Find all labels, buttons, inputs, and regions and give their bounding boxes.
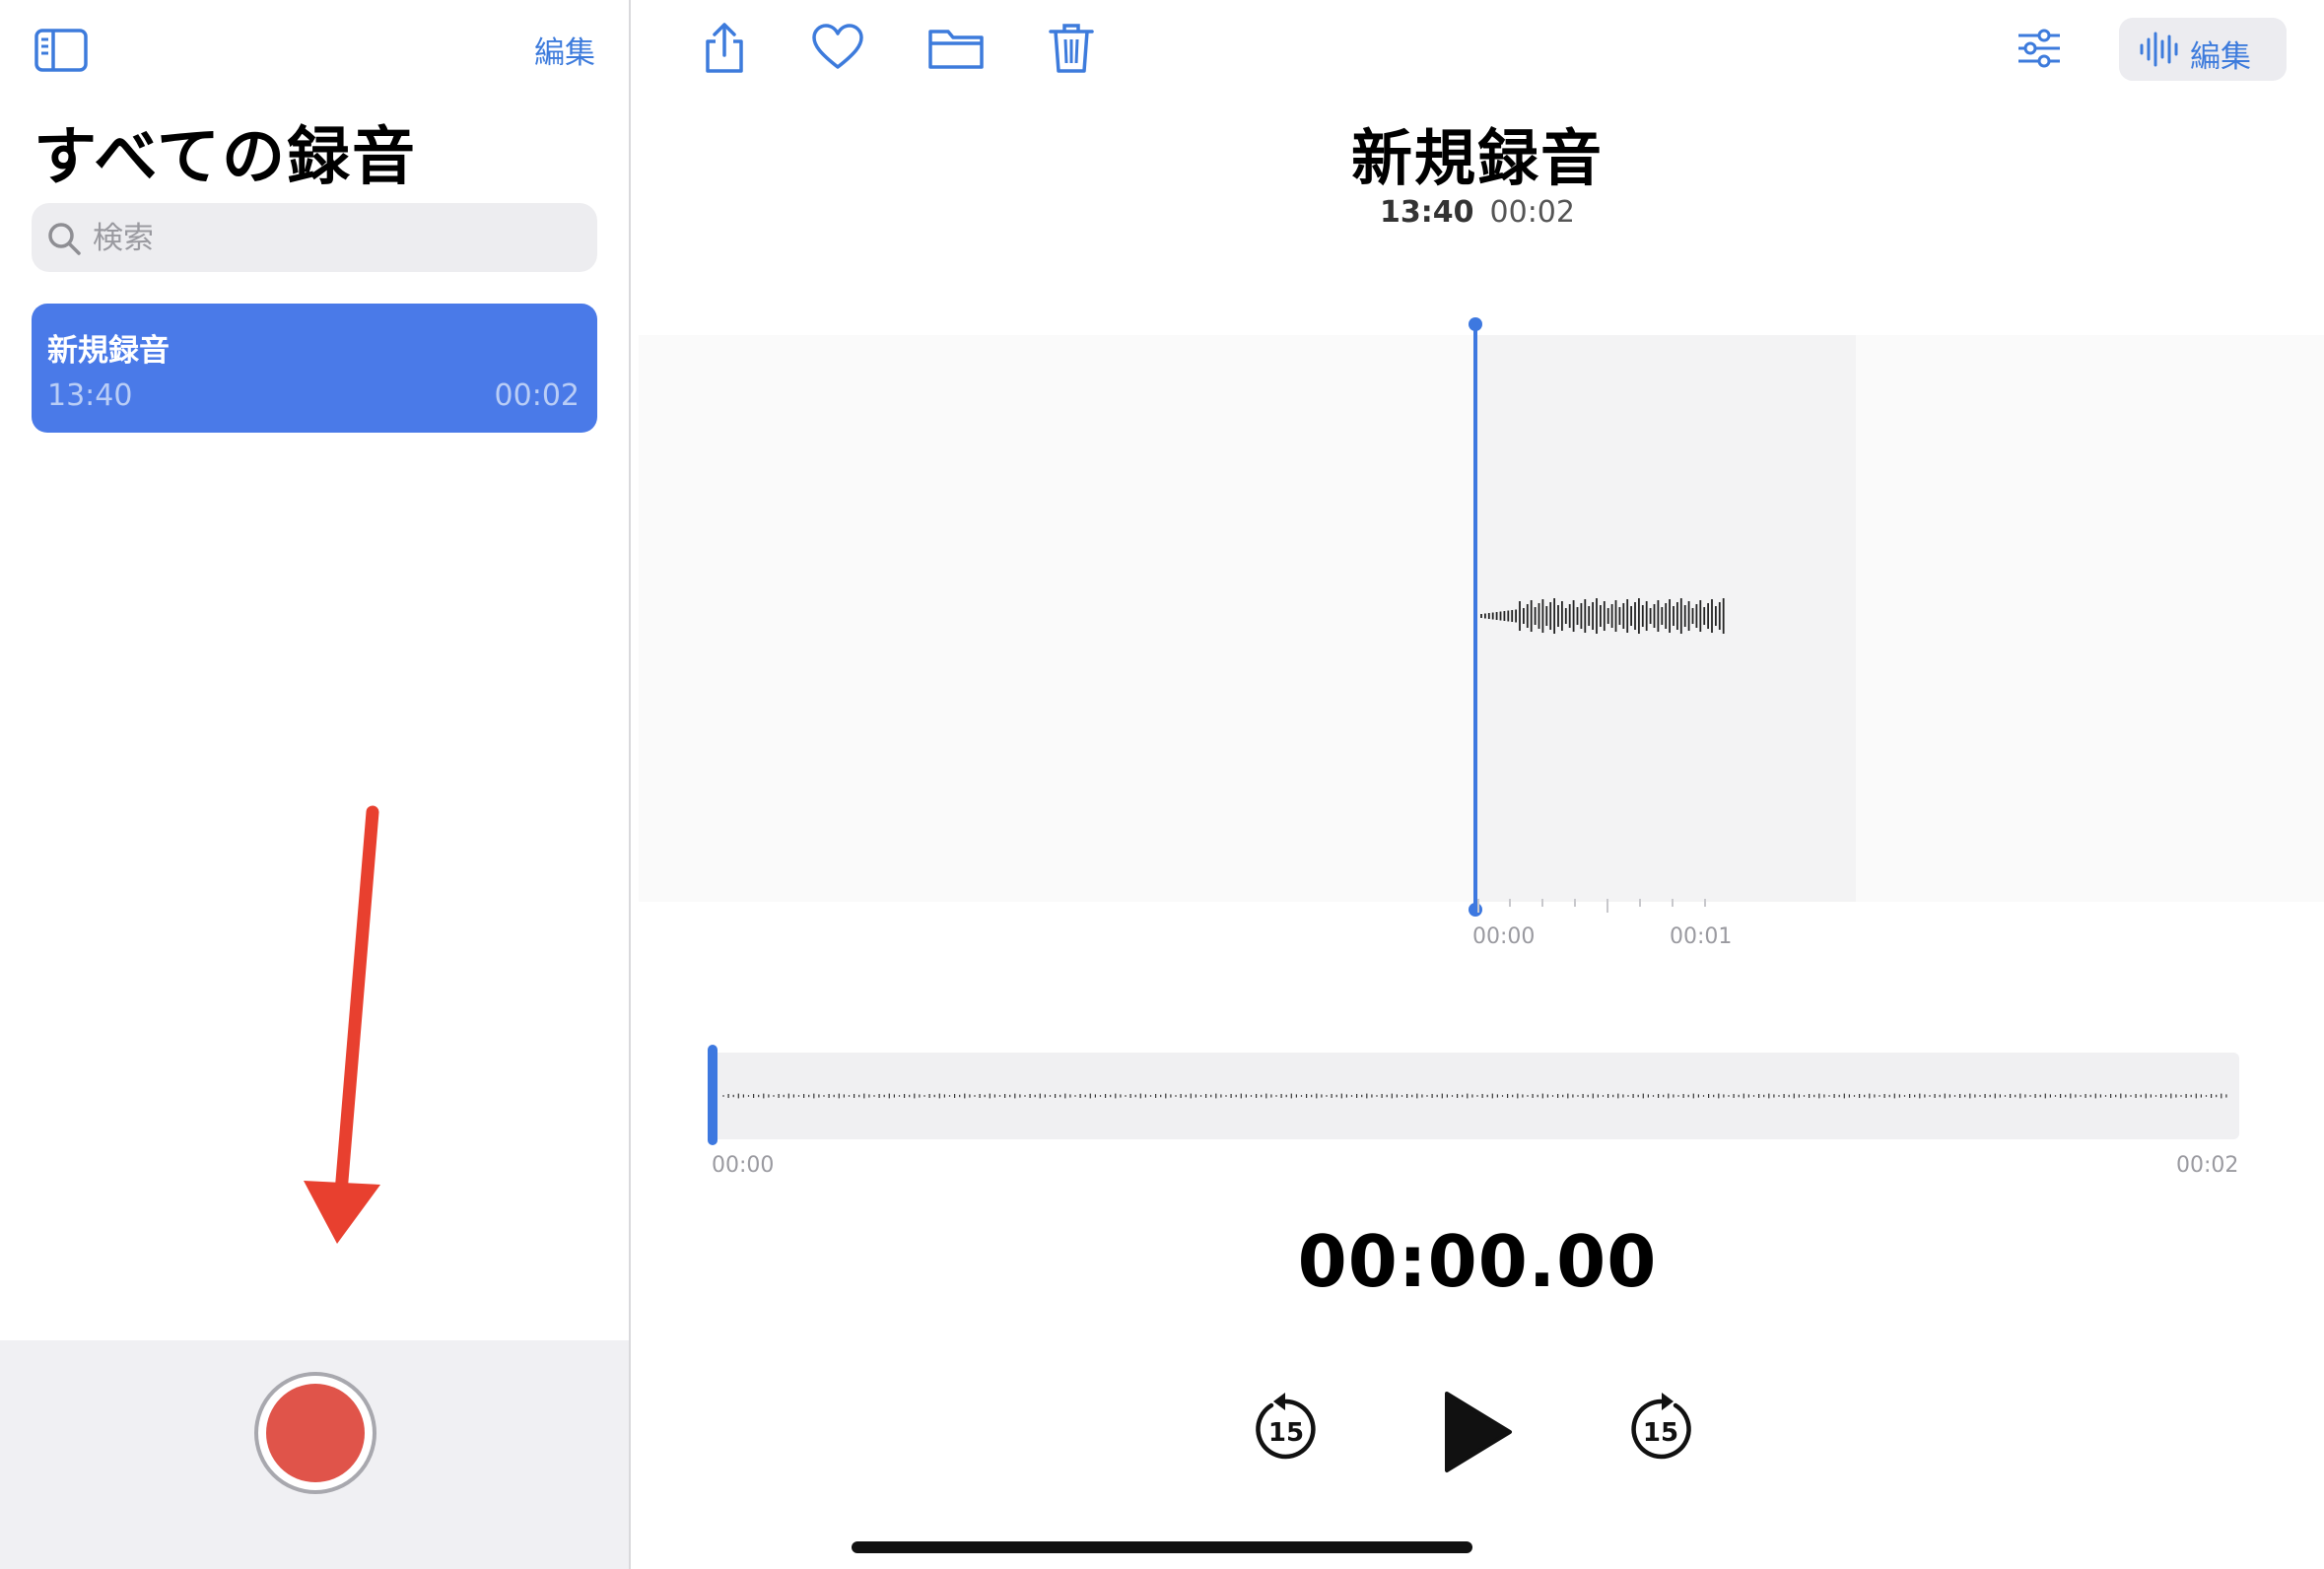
waveform-icon — [2140, 32, 2178, 67]
overview-waveform — [722, 1093, 2227, 1099]
overview-scrubber[interactable] — [710, 1053, 2239, 1139]
timeline-ticks — [1477, 899, 1706, 913]
recording-name: 新規録音 — [47, 333, 170, 369]
play-icon[interactable] — [1441, 1388, 1516, 1476]
sliders-icon[interactable] — [2015, 22, 2064, 75]
home-indicator[interactable] — [852, 1541, 1472, 1553]
edit-recording-label: 編集 — [2190, 39, 2251, 75]
skip-back-15-icon[interactable]: 15 — [1252, 1390, 1321, 1461]
page-title: すべての録音 — [34, 121, 417, 194]
recording-list-item[interactable]: 新規録音 13:40 00:02 — [32, 304, 597, 433]
sidebar: 編集 すべての録音 新規録音 13:40 00:02 — [0, 0, 631, 1569]
recording-duration: 00:02 — [494, 378, 580, 413]
skip-back-label: 15 — [1268, 1418, 1304, 1448]
heart-icon[interactable] — [810, 22, 865, 75]
annotation-arrow-icon — [304, 805, 380, 1244]
tick-label: 00:00 — [1472, 924, 1536, 949]
search-icon — [48, 223, 81, 255]
playback-timer: 00:00.00 — [1297, 1220, 1658, 1303]
trash-icon[interactable] — [1047, 22, 1096, 75]
search-bar[interactable] — [32, 203, 597, 272]
overview-start-time: 00:00 — [712, 1153, 775, 1178]
share-icon[interactable] — [700, 22, 749, 75]
overview-end-time: 00:02 — [2176, 1153, 2239, 1178]
waveform — [1480, 598, 1725, 634]
tick-label: 00:01 — [1670, 924, 1733, 949]
skip-forward-label: 15 — [1643, 1418, 1678, 1448]
sidebar-edit-button[interactable]: 編集 — [534, 28, 595, 72]
recording-title[interactable]: 新規録音 — [631, 108, 2324, 197]
search-input[interactable] — [91, 215, 587, 262]
skip-forward-15-icon[interactable]: 15 — [1626, 1390, 1695, 1461]
edit-recording-button[interactable]: 編集 — [2119, 18, 2287, 81]
overview-handle[interactable] — [708, 1045, 718, 1145]
recording-time: 13:40 — [47, 378, 133, 413]
record-button[interactable] — [254, 1372, 376, 1494]
recording-detail: 編集 新規録音 13:40 00:02 00:00 00:01 00:00 00:… — [631, 0, 2324, 1569]
recording-meta: 13:40 00:02 — [631, 195, 2324, 230]
recording-meta-time: 13:40 — [1380, 195, 1474, 230]
playhead[interactable] — [1473, 323, 1477, 913]
sidebar-toggle-icon[interactable] — [34, 28, 89, 73]
playhead-top-handle[interactable] — [1469, 317, 1482, 331]
record-dot — [266, 1384, 365, 1482]
recording-meta-duration: 00:02 — [1489, 195, 1575, 230]
folder-icon[interactable] — [926, 22, 986, 75]
